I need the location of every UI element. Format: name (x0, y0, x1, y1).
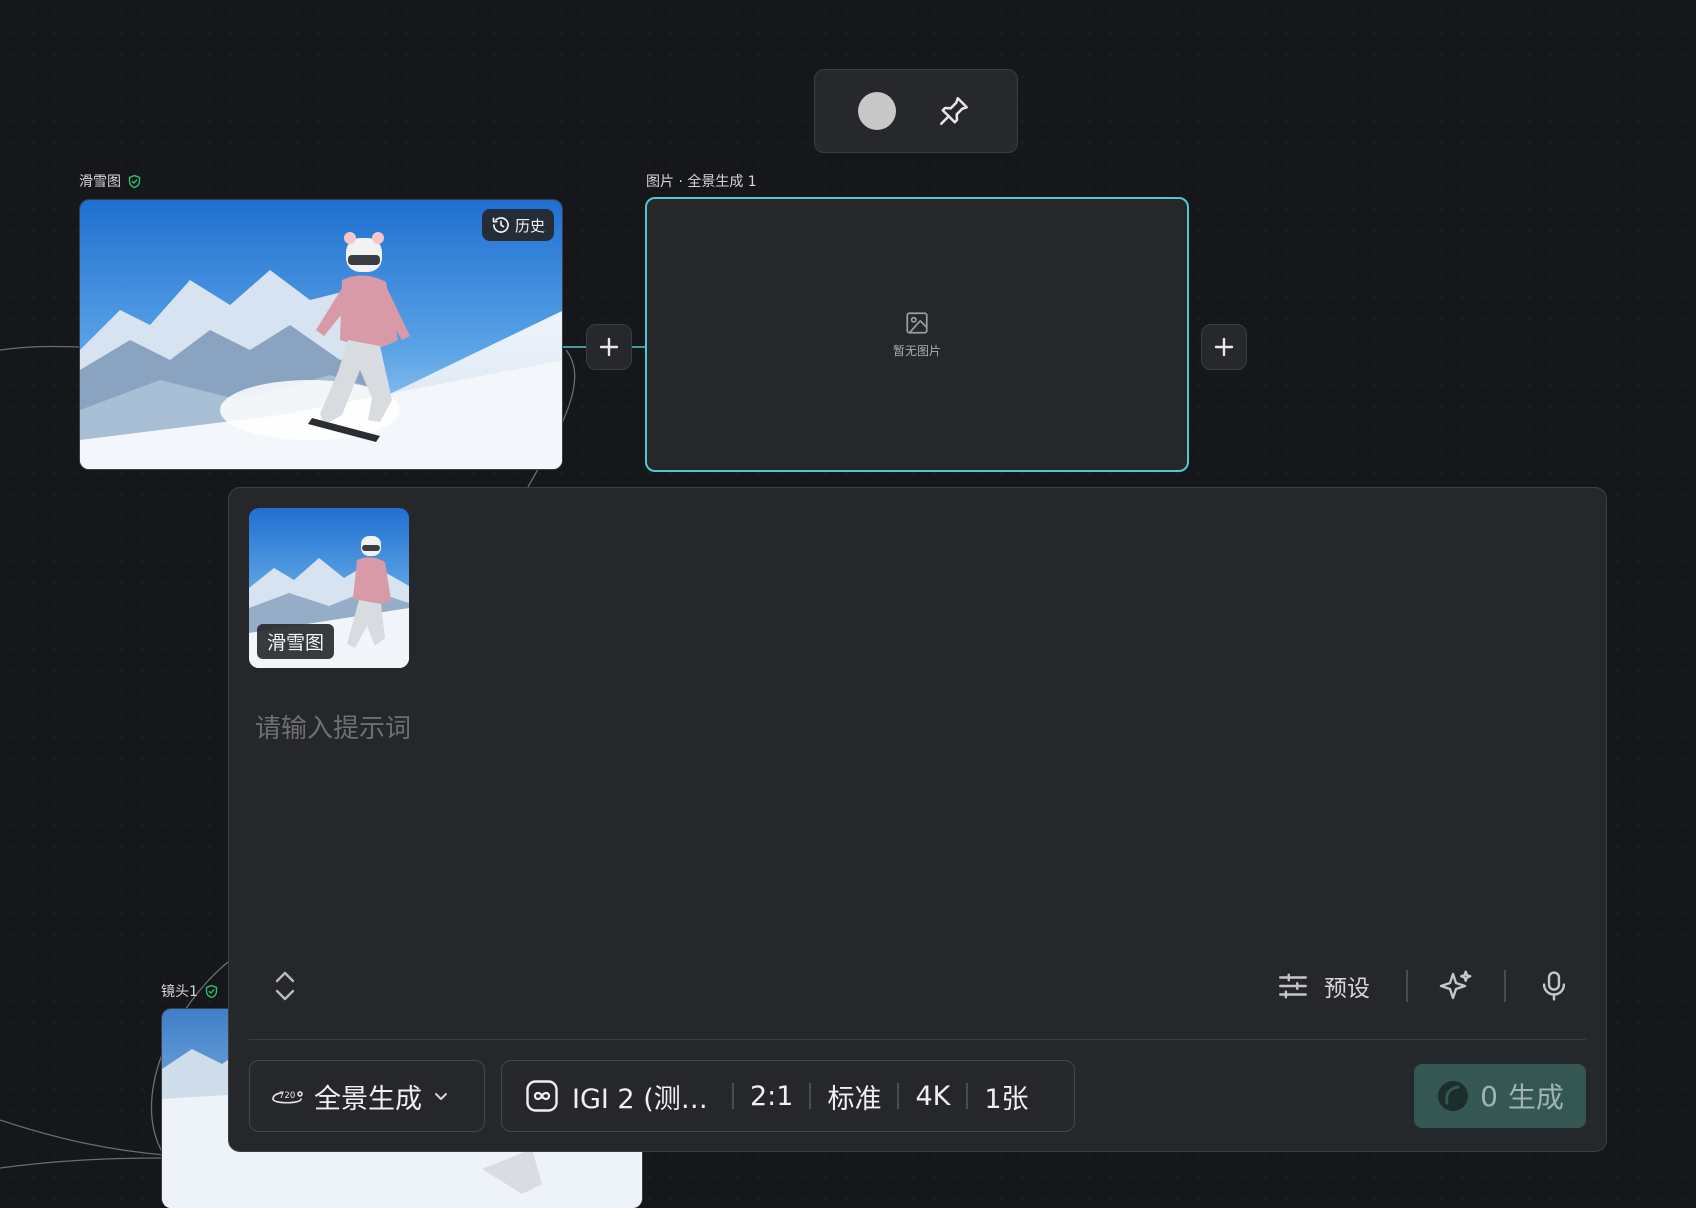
count-setting[interactable]: 1张 (984, 1077, 1028, 1116)
model-logo-icon (526, 1080, 558, 1112)
preset-button[interactable]: 预设 (1276, 969, 1406, 1003)
empty-image-text: 暂无图片 (892, 344, 941, 358)
history-icon (491, 215, 511, 235)
prompt-tools: 预设 (1276, 964, 1576, 1008)
model-settings-bar: IGI 2 (测… 2:1 标准 4K 1张 (501, 1060, 1075, 1132)
node-title-ski-image: 滑雪图 (79, 171, 142, 191)
prompt-panel: 滑雪图 预设 (228, 487, 1607, 1152)
plus-icon (599, 337, 619, 357)
svg-text:720: 720 (279, 1091, 295, 1101)
generation-settings-row: 720 全景生成 IGI 2 (测… 2:1 标准 4K 1张 0 生成 (249, 1060, 1586, 1132)
tool-separator (1406, 970, 1408, 1002)
add-node-button-right[interactable] (1201, 324, 1247, 370)
microphone-icon[interactable] (1532, 964, 1576, 1008)
quality-setting[interactable]: 标准 (827, 1077, 881, 1116)
chevron-down-icon (432, 1087, 450, 1105)
expand-icon[interactable] (267, 966, 303, 1006)
color-picker-dot[interactable] (858, 92, 896, 130)
panorama-720-icon: 720 (270, 1084, 304, 1108)
plus-icon (1214, 337, 1234, 357)
ski-image-node[interactable]: 历史 (79, 199, 563, 470)
setting-separator (809, 1083, 812, 1109)
node-title-panorama: 图片 · 全景生成 1 (646, 174, 757, 190)
prompt-input[interactable] (253, 698, 1577, 760)
setting-separator (966, 1083, 969, 1109)
sliders-icon (1276, 969, 1310, 1003)
reference-tag: 滑雪图 (257, 624, 335, 659)
bean-icon (1436, 1079, 1470, 1113)
panorama-node[interactable]: 暂无图片 (645, 197, 1189, 472)
sparkle-icon[interactable] (1434, 964, 1478, 1008)
mode-dropdown[interactable]: 720 全景生成 (249, 1060, 485, 1132)
panel-divider (249, 1039, 1586, 1040)
generate-button[interactable]: 0 生成 (1414, 1064, 1586, 1128)
aspect-ratio-setting[interactable]: 2:1 (750, 1081, 793, 1112)
history-button[interactable]: 历史 (481, 209, 554, 241)
resolution-setting[interactable]: 4K (915, 1081, 950, 1112)
pin-icon[interactable] (934, 91, 974, 131)
floating-toolbar (814, 69, 1018, 153)
node-title-shot1: 镜头1 (161, 981, 219, 1001)
reference-image[interactable]: 滑雪图 (249, 508, 409, 668)
setting-separator (732, 1083, 734, 1109)
tool-separator (1504, 970, 1506, 1002)
model-selector[interactable]: IGI 2 (测… (526, 1077, 716, 1116)
setting-separator (897, 1083, 900, 1109)
image-placeholder-icon (904, 310, 930, 336)
shield-check-icon (204, 984, 219, 999)
shield-check-icon (127, 174, 142, 189)
add-node-button-left[interactable] (586, 324, 632, 370)
